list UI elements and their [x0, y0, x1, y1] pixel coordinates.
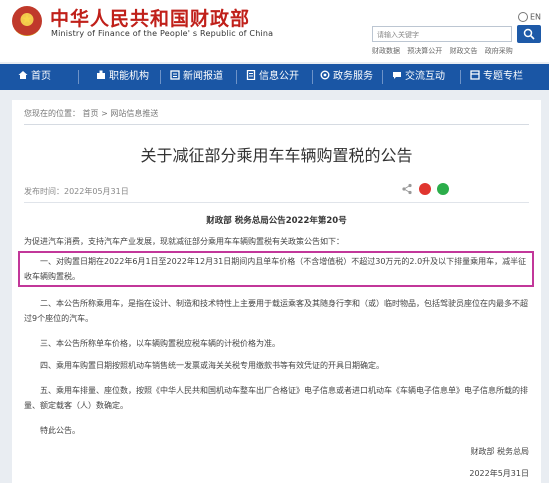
- breadcrumb[interactable]: 您现在的位置： 首页 > 网站信息推送: [24, 108, 158, 119]
- article-paragraph-2: 二、本公告所称乘用车，是指在设计、制造和技术特性上主要用于载运乘客及其随身行李和…: [24, 299, 528, 323]
- org-icon: [97, 70, 105, 79]
- nav-item-news[interactable]: 新闻报道: [170, 64, 223, 90]
- nav-divider: [312, 70, 313, 84]
- weibo-icon[interactable]: [419, 183, 431, 195]
- site-header: 中华人民共和国财政部 Ministry of Finance of the Pe…: [0, 0, 549, 62]
- share-icon: [402, 183, 412, 195]
- search-icon: [523, 28, 535, 40]
- service-icon: [320, 70, 330, 80]
- nav-item-service[interactable]: 政务服务: [320, 64, 373, 90]
- nav-divider: [160, 70, 161, 84]
- quick-link[interactable]: 政府采购: [485, 47, 513, 55]
- info-icon: [246, 70, 256, 80]
- signer: 财政部 税务总局: [470, 447, 529, 456]
- topic-icon: [470, 70, 480, 80]
- nav-item-info[interactable]: 信息公开: [246, 64, 299, 90]
- globe-icon: [517, 12, 528, 22]
- divider: [24, 202, 529, 203]
- nav-divider: [236, 70, 237, 84]
- sign-date: 2022年5月31日: [469, 469, 529, 478]
- search-button[interactable]: [517, 25, 541, 43]
- wechat-icon[interactable]: [437, 183, 449, 195]
- article-title: 关于减征部分乘用车车辆购置税的公告: [140, 146, 413, 165]
- site-title[interactable]: 中华人民共和国财政部: [50, 4, 250, 31]
- publish-time: 发布时间：2022年05月31日: [24, 187, 129, 196]
- nav-item-home[interactable]: 首页: [18, 64, 51, 90]
- nav-item-topic[interactable]: 专题专栏: [470, 64, 523, 90]
- search-input[interactable]: 请输入关键字: [372, 26, 512, 42]
- document-number: 财政部 税务总局公告2022年第20号: [206, 216, 347, 226]
- chat-icon: [393, 72, 401, 79]
- language-switch[interactable]: EN: [517, 12, 541, 22]
- home-icon: [18, 71, 28, 79]
- quick-link[interactable]: 预决算公开: [407, 47, 442, 55]
- share-bar: [401, 183, 461, 197]
- article-paragraph-4: 四、乘用车购置日期按照机动车销售统一发票或海关关税专用缴款书等有效凭证的开具日期…: [40, 361, 384, 370]
- article-paragraph-1: 一、对购置日期在2022年6月1日至2022年12月31日期间内且单车价格（不含…: [24, 257, 527, 281]
- main-nav: 首页 职能机构 新闻报道 信息公开 政务服务 交流互动 专题专栏: [0, 64, 549, 90]
- news-icon: [170, 70, 180, 80]
- nav-item-org[interactable]: 职能机构: [96, 64, 149, 90]
- quick-links: 财政数据 预决算公开 财政文告 政府采购: [372, 46, 518, 56]
- article-intro: 为促进汽车消费，支持汽车产业发展，现就减征部分乘用车车辆购置税有关政策公告如下：: [24, 237, 344, 246]
- site-subtitle: Ministry of Finance of the People' s Rep…: [51, 29, 274, 38]
- article-card: 您现在的位置： 首页 > 网站信息推送 关于减征部分乘用车车辆购置税的公告 发布…: [12, 100, 541, 483]
- article-paragraph-3: 三、本公告所称单车价格，以车辆购置税应税车辆的计税价格为准。: [40, 339, 280, 348]
- divider: [24, 124, 529, 125]
- article-paragraph-6: 特此公告。: [40, 426, 80, 435]
- article-paragraph-5: 五、乘用车排量、座位数，按照《中华人民共和国机动车整车出厂合格证》电子信息或者进…: [24, 386, 528, 410]
- nav-item-chat[interactable]: 交流互动: [392, 64, 445, 90]
- nav-divider: [382, 70, 383, 84]
- language-label: EN: [529, 12, 541, 22]
- nav-divider: [78, 70, 79, 84]
- quick-link[interactable]: 财政文告: [449, 47, 477, 55]
- quick-link[interactable]: 财政数据: [372, 47, 400, 55]
- national-emblem-icon[interactable]: [12, 6, 42, 36]
- nav-divider: [460, 70, 461, 84]
